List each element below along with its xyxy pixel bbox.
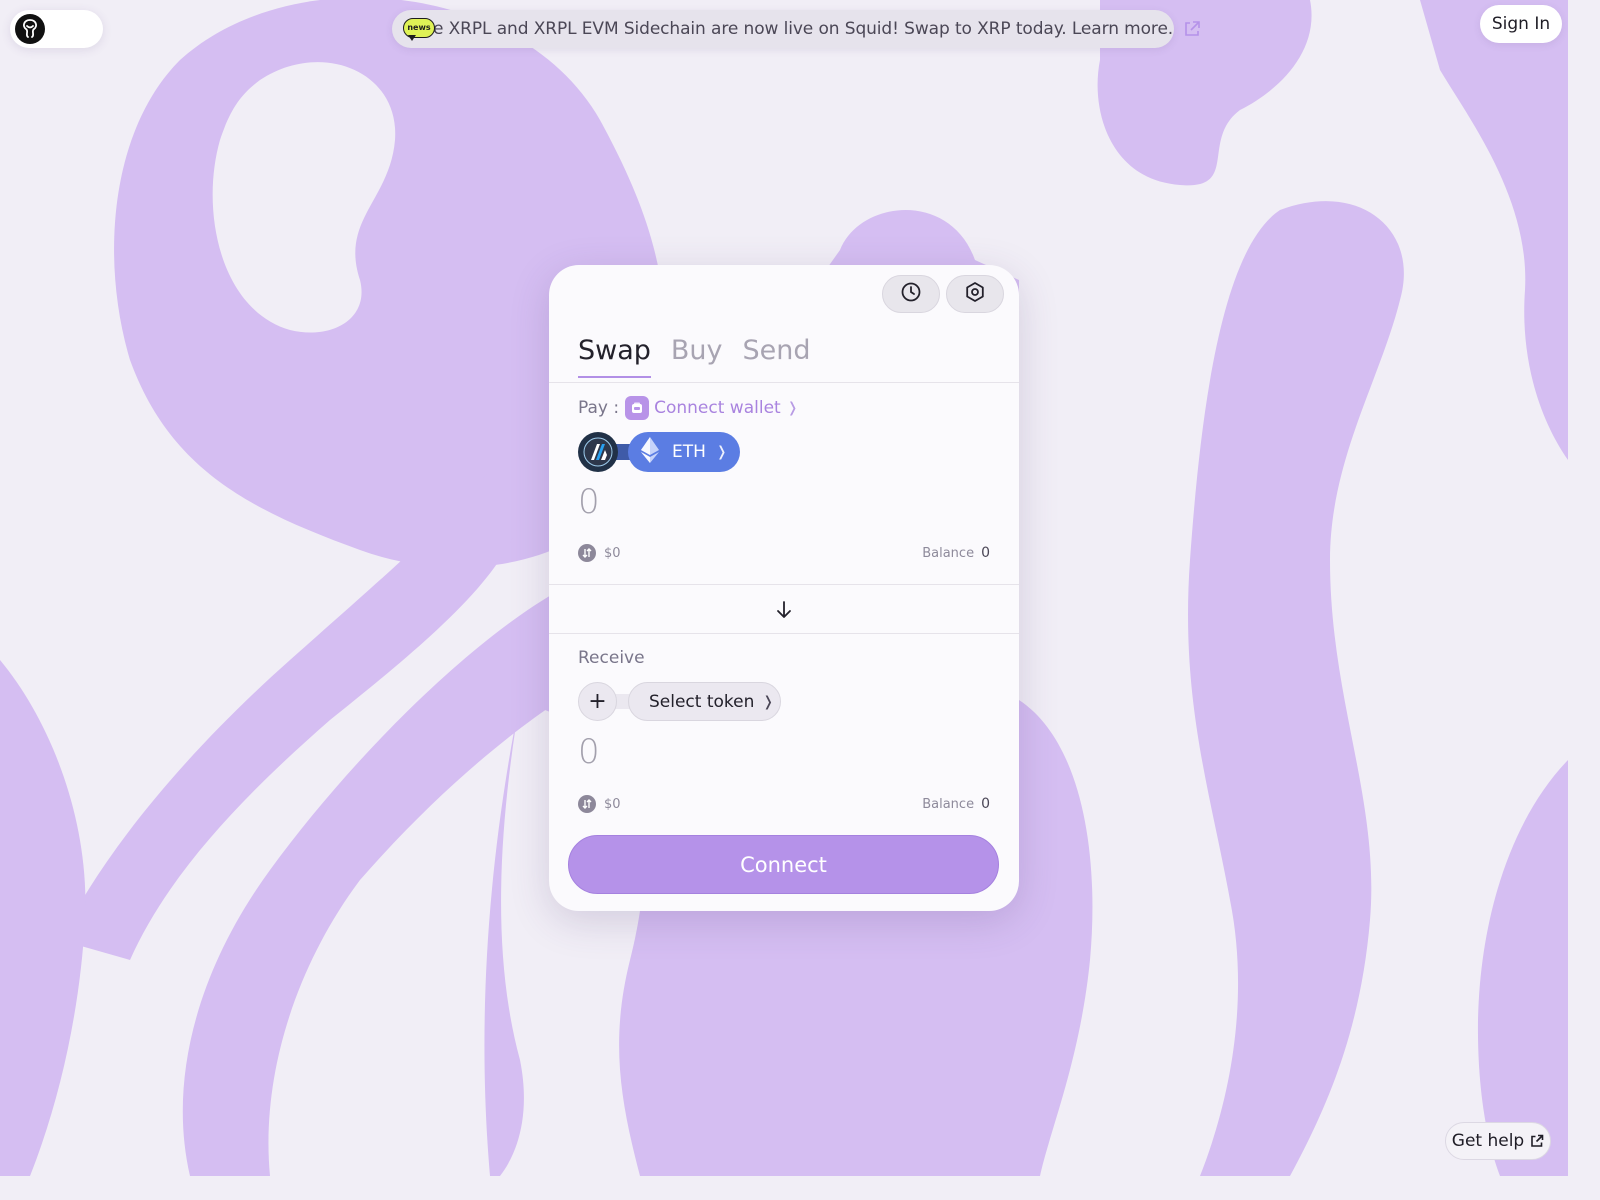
receive-usd-value: $0 — [604, 796, 621, 812]
chevron-right-icon: ❭ — [786, 400, 799, 416]
receive-usd-row: $0 — [578, 795, 621, 813]
wallet-icon[interactable] — [625, 396, 650, 420]
swap-widget: Swap Buy Send Pay : Connect wallet ❭ ETH… — [549, 265, 1019, 911]
news-text: The XRPL and XRPL EVM Sidechain are now … — [412, 19, 1174, 39]
get-help-label: Get help — [1451, 1131, 1525, 1151]
settings-icon — [964, 281, 986, 307]
get-help-button[interactable]: Get help — [1445, 1122, 1551, 1160]
receive-balance: Balance 0 — [922, 796, 990, 812]
pay-token-symbol: ETH — [672, 442, 706, 462]
receive-label: Receive — [578, 648, 645, 668]
pay-amount-input[interactable]: 0 — [578, 482, 600, 522]
pay-usd-value: $0 — [604, 545, 621, 561]
receive-divider — [549, 633, 1019, 634]
tab-buy[interactable]: Buy — [671, 335, 723, 378]
widget-tabs: Swap Buy Send — [578, 335, 811, 378]
sign-in-button[interactable]: Sign In — [1480, 5, 1562, 43]
tab-send[interactable]: Send — [743, 335, 811, 378]
pay-label: Pay : — [578, 398, 620, 418]
chevron-right-icon: ❭ — [762, 693, 775, 710]
connect-wallet-link[interactable]: Connect wallet — [654, 398, 781, 418]
history-button[interactable] — [882, 275, 940, 313]
balance-value: 0 — [981, 545, 990, 561]
pay-usd-row: $0 — [578, 544, 621, 562]
receive-token-selector[interactable]: + Select token ❭ — [578, 682, 781, 721]
select-token-label: Select token — [649, 691, 755, 712]
squid-logo-icon — [15, 14, 45, 44]
tabs-divider — [549, 382, 1019, 383]
plus-icon[interactable]: + — [578, 682, 617, 721]
balance-label: Balance — [922, 796, 975, 812]
eth-token-button[interactable]: ETH ❭ — [628, 432, 740, 472]
settings-button[interactable] — [946, 275, 1004, 313]
chevron-right-icon: ❭ — [715, 444, 728, 460]
swap-currency-icon[interactable] — [578, 795, 596, 813]
tab-swap[interactable]: Swap — [578, 335, 651, 378]
balance-label: Balance — [922, 545, 975, 561]
pay-token-selector[interactable]: ETH ❭ — [578, 432, 740, 472]
arrow-down-icon[interactable] — [773, 599, 795, 621]
receive-amount-input[interactable]: 0 — [578, 732, 600, 772]
pay-balance: Balance 0 — [922, 545, 990, 561]
news-banner[interactable]: news The XRPL and XRPL EVM Sidechain are… — [392, 10, 1200, 48]
swap-currency-icon[interactable] — [578, 544, 596, 562]
ethereum-icon — [640, 436, 660, 468]
pay-divider — [549, 584, 1019, 585]
pay-row: Pay : Connect wallet ❭ — [578, 396, 798, 420]
squid-logo-button[interactable] — [10, 10, 103, 48]
arbitrum-icon — [578, 432, 618, 472]
balance-value: 0 — [981, 796, 990, 812]
history-icon — [900, 281, 922, 307]
connect-button[interactable]: Connect — [568, 835, 999, 894]
external-link-icon[interactable] — [1183, 19, 1201, 39]
external-link-icon — [1530, 1134, 1544, 1148]
select-token-button[interactable]: Select token ❭ — [628, 682, 781, 721]
